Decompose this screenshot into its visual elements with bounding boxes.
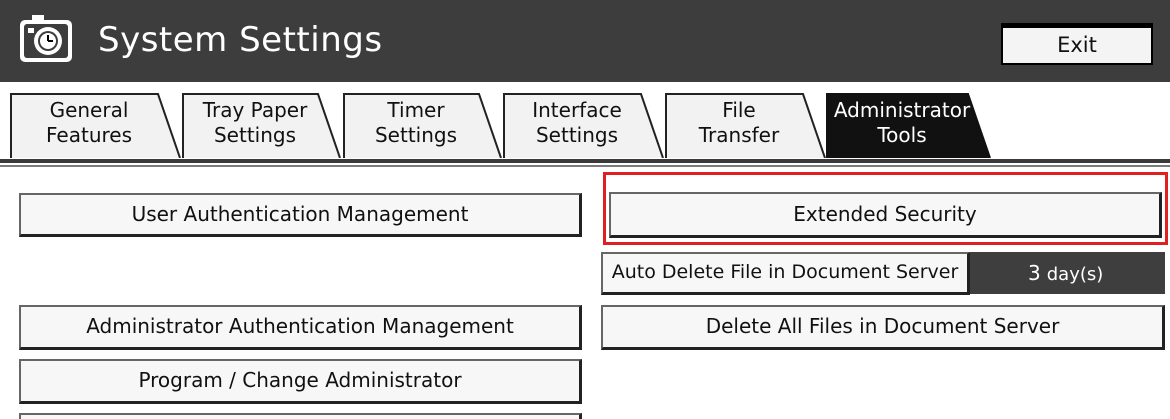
program-change-administrator-button[interactable]: Program / Change Administrator [19, 359, 582, 404]
user-authentication-management-button[interactable]: User Authentication Management [19, 193, 582, 237]
tab-label-line2: Settings [535, 123, 619, 147]
tab-file-transfer[interactable]: File Transfer [665, 92, 827, 158]
administrator-authentication-management-button[interactable]: Administrator Authentication Management [19, 305, 582, 350]
tab-general-features[interactable]: General Features [10, 92, 182, 158]
selection-highlight [603, 172, 1168, 245]
button-label: Delete All Files in Document Server [705, 314, 1060, 338]
tab-interface-settings[interactable]: Interface Settings [503, 92, 665, 158]
auto-delete-unit: day(s) [1046, 264, 1104, 285]
auto-delete-value-display: 3 day(s) [970, 252, 1165, 294]
tab-label-line1: General [49, 98, 129, 122]
button-label: Administrator Authentication Management [86, 314, 514, 338]
next-button-partial[interactable] [19, 413, 582, 419]
title-bar: System Settings Exit [0, 0, 1170, 82]
tab-tray-paper-settings[interactable]: Tray Paper Settings [182, 92, 342, 158]
exit-button[interactable]: Exit [1001, 23, 1153, 65]
tab-label-line2: Features [46, 123, 132, 147]
tab-label-line2: Transfer [698, 123, 780, 147]
tab-label-line1: Administrator [833, 98, 971, 122]
tab-label-line1: File [722, 98, 756, 122]
tab-divider [0, 159, 1170, 163]
auto-delete-value: 3 [1028, 261, 1041, 285]
settings-clock-icon [18, 14, 74, 64]
tab-label-line1: Timer [387, 98, 445, 122]
button-label: Auto Delete File in Document Server [611, 261, 959, 283]
button-label: Program / Change Administrator [138, 368, 462, 392]
tab-label-line2: Tools [877, 123, 927, 147]
delete-all-files-button[interactable]: Delete All Files in Document Server [601, 305, 1165, 350]
tab-label-line2: Settings [213, 123, 297, 147]
tab-bar: General Features Tray Paper Settings Tim… [0, 82, 1170, 164]
tab-label-line1: Interface [532, 98, 622, 122]
button-label: User Authentication Management [131, 202, 469, 226]
tab-timer-settings[interactable]: Timer Settings [343, 92, 503, 158]
tab-label-line1: Tray Paper [202, 98, 308, 122]
tab-label-line2: Settings [374, 123, 458, 147]
tab-divider-shadow [0, 165, 1170, 167]
page-title: System Settings [98, 20, 383, 60]
auto-delete-file-button[interactable]: Auto Delete File in Document Server [601, 252, 970, 295]
tab-administrator-tools[interactable]: Administrator Tools [826, 92, 992, 158]
